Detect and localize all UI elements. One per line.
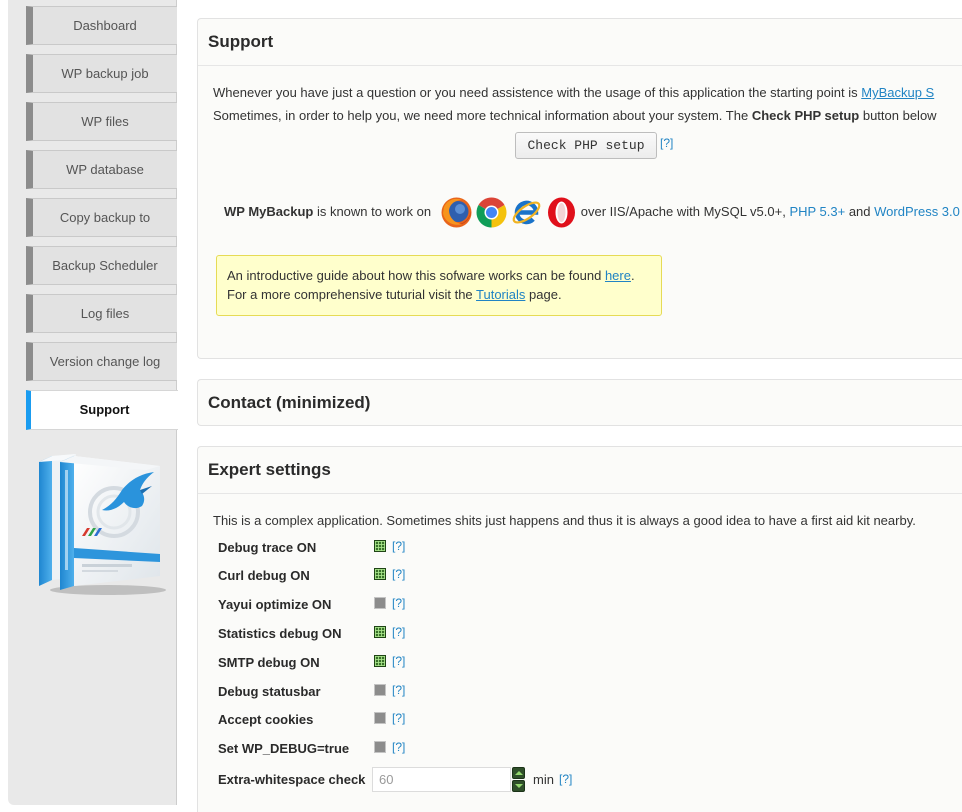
option-row-debug-trace: Debug trace ON [?] <box>218 538 958 558</box>
option-label: Set WP_DEBUG=true <box>218 741 350 756</box>
sidebar-tab-wp-database[interactable]: WP database <box>26 150 177 189</box>
opera-icon <box>548 197 576 228</box>
debug-statusbar-checkbox[interactable] <box>374 684 386 696</box>
support-panel-title[interactable]: Support <box>198 19 962 66</box>
sidebar-tab-version-change-log[interactable]: Version change log <box>26 342 177 381</box>
compat-servers-text: over IIS/Apache with MySQL v5.0+, <box>577 204 790 219</box>
notice-text-2: For a more comprehensive tuturial visit … <box>227 287 477 302</box>
option-label: Extra-whitespace check <box>218 772 366 787</box>
php-version-link[interactable]: PHP 5.3+ <box>789 204 845 219</box>
curl-debug-checkbox[interactable] <box>374 568 386 580</box>
sidebar-tab-dashboard[interactable]: Dashboard <box>26 6 177 45</box>
extra-whitespace-input[interactable] <box>372 767 511 792</box>
debug-trace-help-link[interactable]: [?] <box>392 538 405 554</box>
mybackup-support-link[interactable]: MyBackup S <box>861 85 934 100</box>
yayui-optimize-help-link[interactable]: [?] <box>392 595 405 611</box>
php-info-text-end: button below <box>859 108 937 123</box>
compatibility-line: WP MyBackup is known to work on over IIS… <box>224 196 961 228</box>
check-php-help-link[interactable]: [?] <box>660 135 673 151</box>
curl-debug-help-link[interactable]: [?] <box>392 566 405 582</box>
sidebar-tab-backup-scheduler[interactable]: Backup Scheduler <box>26 246 177 285</box>
smtp-debug-help-link[interactable]: [?] <box>392 653 405 669</box>
expert-settings-title[interactable]: Expert settings <box>198 447 962 494</box>
option-row-curl-debug: Curl debug ON [?] <box>218 566 958 586</box>
sidebar-tab-wp-files[interactable]: WP files <box>26 102 177 141</box>
notice-line-2: For a more comprehensive tuturial visit … <box>227 285 651 304</box>
support-intro-line: Whenever you have just a question or you… <box>213 84 961 102</box>
option-row-extra-whitespace: Extra-whitespace check min [?] <box>218 767 958 792</box>
smtp-debug-checkbox[interactable] <box>374 655 386 667</box>
firefox-icon <box>441 197 472 228</box>
sidebar-tab-support[interactable]: Support <box>26 390 178 430</box>
accept-cookies-checkbox[interactable] <box>374 712 386 724</box>
option-label: Statistics debug ON <box>218 626 342 641</box>
option-row-accept-cookies: Accept cookies [?] <box>218 710 958 730</box>
guide-notice: An introductive guide about how this sof… <box>216 255 662 316</box>
option-row-smtp-debug: SMTP debug ON [?] <box>218 653 958 673</box>
wordpress-version-link[interactable]: WordPress 3.0 <box>874 204 960 219</box>
expert-intro-text: This is a complex application. Sometimes… <box>213 513 916 528</box>
accept-cookies-help-link[interactable]: [?] <box>392 710 405 726</box>
statistics-debug-checkbox[interactable] <box>374 626 386 638</box>
option-row-yayui-optimize: Yayui optimize ON [?] <box>218 595 958 615</box>
tutorials-link[interactable]: Tutorials <box>476 287 525 302</box>
product-name: WP MyBackup <box>224 204 314 219</box>
wp-debug-help-link[interactable]: [?] <box>392 739 405 755</box>
sidebar-tab-wp-backup-job[interactable]: WP backup job <box>26 54 177 93</box>
wp-debug-checkbox[interactable] <box>374 741 386 753</box>
internet-explorer-icon <box>512 200 541 225</box>
extra-whitespace-help-link[interactable]: [?] <box>559 767 572 792</box>
support-intro-text: Whenever you have just a question or you… <box>213 85 862 100</box>
php-info-bold: Check PHP setup <box>751 108 860 123</box>
spinner-up-icon[interactable] <box>512 767 525 779</box>
compat-and-text: and <box>845 204 875 219</box>
spinner-down-icon[interactable] <box>512 780 525 792</box>
option-row-statistics-debug: Statistics debug ON [?] <box>218 624 958 644</box>
php-info-text: Sometimes, in order to help you, we need… <box>213 108 752 123</box>
product-box-icon <box>39 454 166 595</box>
php-info-line: Sometimes, in order to help you, we need… <box>213 107 961 125</box>
sidebar-tab-copy-backup-to[interactable]: Copy backup to <box>26 198 177 237</box>
contact-panel-title[interactable]: Contact (minimized) <box>198 380 962 425</box>
compat-text: is known to work on <box>313 204 432 219</box>
notice-text-1: An introductive guide about how this sof… <box>227 268 605 283</box>
expert-settings-panel: Expert settings This is a complex applic… <box>197 446 962 812</box>
support-panel: Support Whenever you have just a questio… <box>197 18 962 359</box>
chrome-icon <box>476 197 507 228</box>
option-row-wp-debug: Set WP_DEBUG=true [?] <box>218 739 958 759</box>
statistics-debug-help-link[interactable]: [?] <box>392 624 405 640</box>
contact-panel: Contact (minimized) <box>197 379 962 426</box>
browser-icons <box>441 197 577 228</box>
debug-trace-checkbox[interactable] <box>374 540 386 552</box>
yayui-optimize-checkbox[interactable] <box>374 597 386 609</box>
option-row-debug-statusbar: Debug statusbar [?] <box>218 682 958 702</box>
option-label: Debug statusbar <box>218 684 321 699</box>
option-label: Accept cookies <box>218 712 314 727</box>
guide-here-link[interactable]: here <box>605 268 631 283</box>
sidebar-tab-log-files[interactable]: Log files <box>26 294 177 333</box>
notice-text-2-end: page. <box>525 287 562 302</box>
option-label: Curl debug ON <box>218 568 310 583</box>
notice-line-1: An introductive guide about how this sof… <box>227 266 651 285</box>
debug-statusbar-help-link[interactable]: [?] <box>392 682 405 698</box>
check-php-setup-button[interactable]: Check PHP setup <box>515 132 657 159</box>
option-label: Debug trace ON <box>218 540 317 555</box>
option-label: Yayui optimize ON <box>218 597 332 612</box>
notice-text-1-end: . <box>630 268 635 283</box>
extra-whitespace-unit: min <box>533 772 554 787</box>
option-label: SMTP debug ON <box>218 655 320 670</box>
